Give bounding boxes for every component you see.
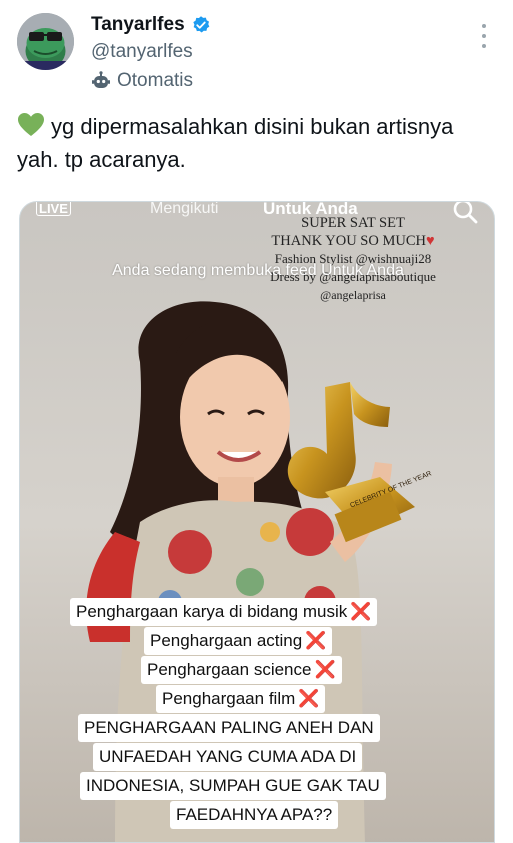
- tweet-header: Tanyarlfes @tanyarlfes Otomatis: [0, 0, 513, 100]
- tweet-media-image[interactable]: CELEBRITY OF THE YEAR LIVE Mengikuti Unt…: [19, 201, 495, 843]
- more-dot-icon: [482, 24, 486, 28]
- tweet-text-content: yg dipermasalahkan disini bukan artisnya…: [17, 114, 454, 172]
- overlay-item-science: Penghargaan science ❌: [141, 656, 342, 684]
- caption-line-5: @angelaprisa: [320, 288, 386, 302]
- overlay-paragraph-line-1: PENGHARGAAN PALING ANEH DAN: [78, 714, 380, 742]
- overlay-paragraph-line-4: FAEDAHNYA APA??: [170, 801, 339, 829]
- avatar[interactable]: [17, 13, 74, 70]
- automated-account-label: Otomatis: [91, 70, 193, 92]
- display-name[interactable]: Tanyarlfes: [91, 14, 185, 36]
- overlay-item-film-text: Penghargaan film: [162, 689, 296, 708]
- overlay-item-acting-text: Penghargaan acting: [150, 631, 303, 650]
- bot-icon: [92, 71, 110, 88]
- cross-mark-icon: ❌: [305, 631, 327, 650]
- avatar-frog-icon: [17, 13, 74, 70]
- caption-line-2: THANK YOU SO MUCH: [271, 233, 426, 249]
- tiktok-live-badge[interactable]: LIVE: [36, 202, 71, 216]
- more-options-button[interactable]: [474, 24, 494, 48]
- overlay-item-film: Penghargaan film ❌: [156, 685, 326, 713]
- display-name-row: Tanyarlfes: [91, 14, 211, 36]
- photo-caption: SUPER SAT SET THANK YOU SO MUCH♥ Fashion…: [238, 214, 468, 304]
- handle[interactable]: @tanyarlfes: [91, 41, 193, 63]
- tiktok-tab-following[interactable]: Mengikuti: [150, 202, 218, 218]
- tweet-text: yg dipermasalahkan disini bukan artisnya…: [17, 110, 497, 176]
- overlay-item-science-text: Penghargaan science: [147, 660, 312, 679]
- overlay-item-music: Penghargaan karya di bidang musik ❌: [70, 598, 378, 626]
- automated-label-text: Otomatis: [117, 70, 194, 91]
- overlay-paragraph-line-3: INDONESIA, SUMPAH GUE GAK TAU: [80, 772, 386, 800]
- caption-line-2-row: THANK YOU SO MUCH♥: [238, 232, 468, 250]
- verified-badge-icon: [192, 16, 209, 33]
- caption-line-1: SUPER SAT SET: [301, 215, 405, 231]
- cross-mark-icon: ❌: [350, 602, 372, 621]
- overlay-item-acting: Penghargaan acting ❌: [144, 627, 333, 655]
- overlay-item-music-text: Penghargaan karya di bidang musik: [76, 602, 348, 621]
- more-dot-icon: [482, 44, 486, 48]
- cross-mark-icon: ❌: [314, 660, 336, 679]
- cross-mark-icon: ❌: [298, 689, 320, 708]
- overlay-paragraph-line-2: UNFAEDAH YANG CUMA ADA DI: [93, 743, 363, 771]
- green-heart-icon: [18, 113, 44, 136]
- tiktok-feed-banner: Anda sedang membuka feed Untuk Anda: [112, 262, 404, 279]
- red-heart-icon: ♥: [425, 233, 435, 249]
- more-dot-icon: [482, 34, 486, 38]
